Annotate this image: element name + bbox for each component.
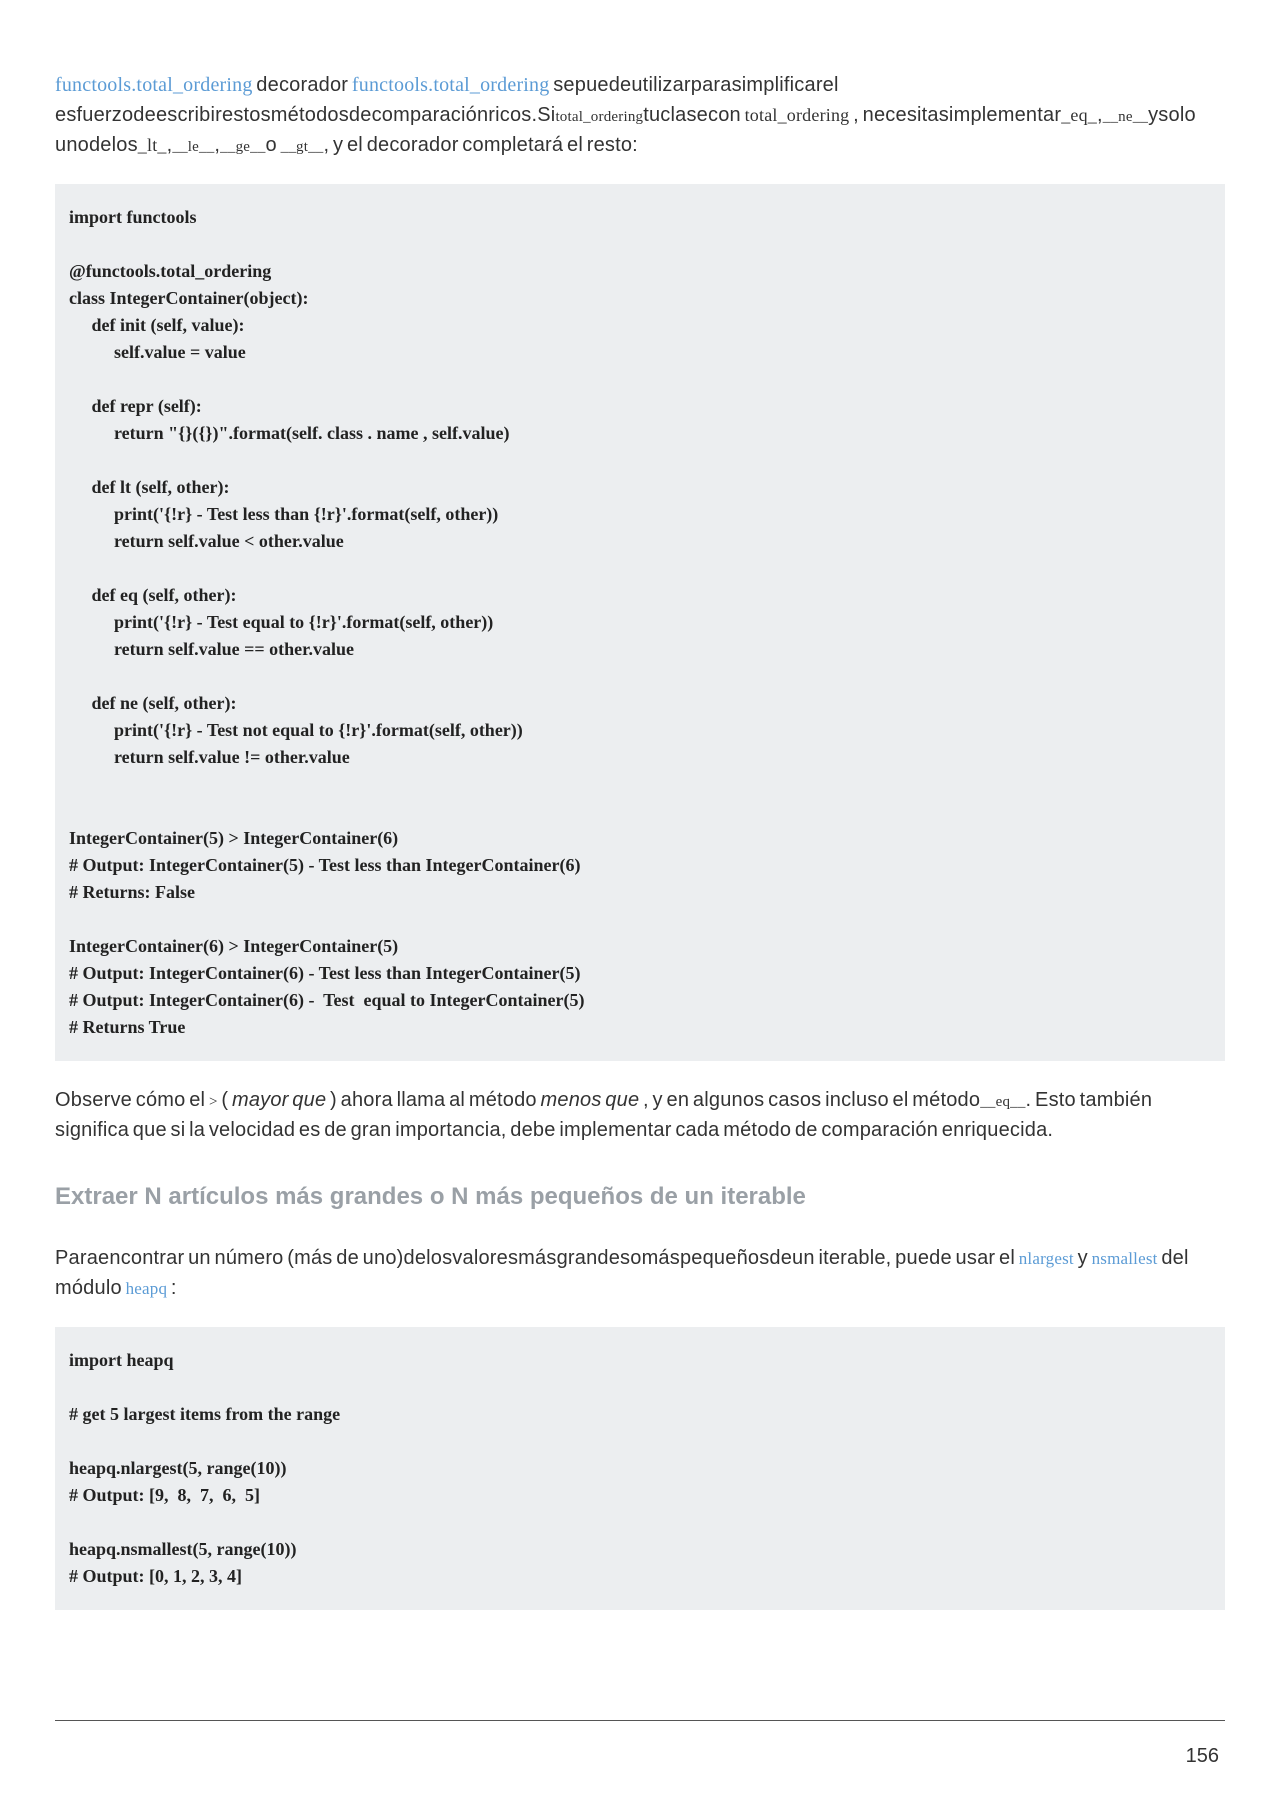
text-fragment: tuclasecon [643,104,744,126]
inline-code: __ge__ [220,139,265,155]
inline-code: __eq__ [980,1094,1025,1110]
code-block-2: import heapq # get 5 largest items from … [55,1327,1225,1610]
text-fragment: , necesitasimplementar [849,104,1061,126]
inline-code: __le__ [172,139,214,155]
text-fragment: y [1074,1247,1092,1269]
inline-code: total_ordering [555,109,643,125]
paragraph-heapq: Paraencontrar un número (más de uno)delo… [55,1243,1225,1303]
inline-code: __gt__ [281,139,324,155]
paragraph-observe: Observe cómo el > ( mayor que ) ahora ll… [55,1085,1225,1145]
inline-code: _eq_ [1061,105,1097,125]
text-fragment: : [167,1277,177,1299]
text-fragment: Observe cómo el [55,1089,209,1111]
inline-code: __ne__ [1103,109,1148,125]
link-heapq[interactable]: heapq [126,1279,168,1298]
text-fragment: decorador [253,74,352,96]
text-fragment: o [266,134,281,156]
text-fragment: , y el decorador completará el resto: [324,134,638,156]
page-divider [55,1720,1225,1721]
text-fragment: , y en algunos casos incluso el método [639,1089,980,1111]
text-fragment: ) ahora llama al método [326,1089,540,1111]
page-number: 156 [55,1741,1225,1771]
link-nlargest[interactable]: nlargest [1019,1249,1074,1268]
italic-text: mayor que [232,1089,326,1111]
link-functools-1[interactable]: functools.total_ordering [55,74,253,96]
code-block-1: import functools @functools.total_orderi… [55,184,1225,1061]
text-fragment: ( [218,1089,232,1111]
inline-code: _lt_ [138,135,167,155]
link-nsmallest[interactable]: nsmallest [1092,1249,1158,1268]
section-heading: Extraer N artículos más grandes o N más … [55,1179,1225,1215]
gt-symbol: > [209,1094,218,1110]
italic-text: menos que [541,1089,640,1111]
link-functools-2[interactable]: functools.total_ordering [352,74,550,96]
paragraph-intro: functools.total_ordering decorador funct… [55,70,1225,160]
text-fragment: Paraencontrar un número (más de uno)delo… [55,1247,1019,1269]
inline-code: total_ordering [745,105,850,125]
